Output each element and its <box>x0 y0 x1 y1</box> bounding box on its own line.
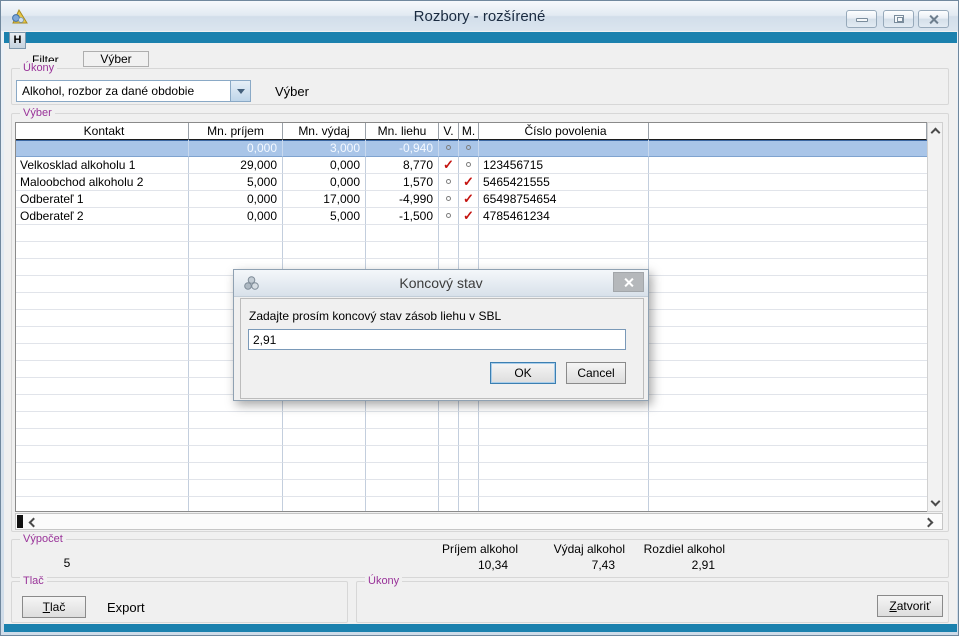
unchecked-icon <box>446 179 451 184</box>
vypocet-group-label: Výpočet <box>20 533 66 545</box>
accent-strip-bottom <box>4 624 957 632</box>
h-shortcut-button[interactable]: H <box>9 32 26 49</box>
row-count: 5 <box>47 556 87 570</box>
table-row[interactable] <box>16 446 927 463</box>
close-button[interactable] <box>918 10 949 28</box>
stat-rozdiel-label: Rozdiel alkohol <box>565 542 725 556</box>
export-link[interactable]: Export <box>107 600 145 615</box>
accent-strip-top <box>4 32 957 43</box>
check-icon <box>443 158 454 172</box>
scroll-down-icon[interactable] <box>931 497 941 507</box>
ukony-bottom-group: Úkony Zatvoriť <box>356 581 949 623</box>
table-row[interactable]: Velkosklad alkoholu 129,0000,0008,770123… <box>16 157 927 174</box>
dialog-prompt: Zadajte prosím koncový stav zásob liehu … <box>249 309 501 323</box>
col-v[interactable]: V. <box>439 123 459 140</box>
maximize-button[interactable] <box>883 10 914 28</box>
check-icon <box>463 192 474 206</box>
scrollbar-thumb[interactable] <box>17 515 23 528</box>
stat-rozdiel-value: 2,91 <box>565 558 725 572</box>
vyber-action-label: Výber <box>275 84 309 99</box>
maximize-icon <box>894 15 904 23</box>
table-row[interactable] <box>16 497 927 512</box>
table-header: Kontakt Mn. príjem Mn. výdaj Mn. liehu V… <box>16 123 927 140</box>
scroll-left-icon[interactable] <box>29 518 39 528</box>
vypocet-group: Výpočet 5 Príjem alkohol 10,34 Výdaj alk… <box>11 539 949 578</box>
print-button[interactable]: Tlač <box>22 596 86 618</box>
table-row[interactable]: Maloobchod alkoholu 25,0000,0001,5705465… <box>16 174 927 191</box>
col-m[interactable]: M. <box>459 123 479 140</box>
col-mn-prijem[interactable]: Mn. príjem <box>189 123 283 140</box>
col-filler <box>649 123 927 140</box>
ukony-group-label: Úkony <box>20 62 57 74</box>
main-window: Rozbory - rozšírené H Filter Výber Úkony… <box>0 0 959 636</box>
horizontal-scrollbar[interactable] <box>15 513 943 530</box>
stat-rozdiel: Rozdiel alkohol 2,91 <box>565 542 725 572</box>
table-row[interactable] <box>16 225 927 242</box>
tab-vyber[interactable]: Výber <box>83 51 149 67</box>
cancel-button[interactable]: Cancel <box>566 362 626 384</box>
task-dropdown[interactable]: Alkohol, rozbor za dané obdobie <box>16 80 251 102</box>
table-row[interactable] <box>16 429 927 446</box>
window-title: Rozbory - rozšírené <box>1 8 958 25</box>
unchecked-icon <box>446 145 451 150</box>
dialog-close-button[interactable] <box>613 272 644 292</box>
koncovy-stav-input[interactable] <box>248 329 626 350</box>
unchecked-icon <box>446 213 451 218</box>
tlac-group-label: Tlač <box>20 575 47 587</box>
table-row[interactable] <box>16 242 927 259</box>
ukony-group: Úkony Alkohol, rozbor za dané obdobie Vý… <box>11 68 949 105</box>
tlac-group: Tlač Tlač Export <box>11 581 348 623</box>
chevron-down-icon[interactable] <box>230 81 250 101</box>
col-mn-vydaj[interactable]: Mn. výdaj <box>283 123 366 140</box>
col-kontakt[interactable]: Kontakt <box>16 123 189 140</box>
check-icon <box>463 209 474 223</box>
table-row[interactable]: Odberateľ 10,00017,000-4,99065498754654 <box>16 191 927 208</box>
check-icon <box>463 175 474 189</box>
task-dropdown-value: Alkohol, rozbor za dané obdobie <box>22 81 228 101</box>
unchecked-icon <box>446 196 451 201</box>
table-row[interactable] <box>16 480 927 497</box>
vertical-scrollbar[interactable] <box>927 122 943 512</box>
unchecked-icon <box>466 162 471 167</box>
dialog-title-bar[interactable]: Koncový stav <box>234 270 648 297</box>
minimize-button[interactable] <box>846 10 877 28</box>
col-cislo-povolenia[interactable]: Číslo povolenia <box>479 123 649 140</box>
dialog-title: Koncový stav <box>234 275 648 291</box>
table-row[interactable]: 0,0003,000-0,940 <box>16 140 927 157</box>
table-row[interactable] <box>16 412 927 429</box>
col-mn-liehu[interactable]: Mn. liehu <box>366 123 439 140</box>
vyber-group-label: Výber <box>20 107 55 119</box>
title-bar[interactable]: Rozbory - rozšírené <box>1 1 958 31</box>
ukony-bottom-label: Úkony <box>365 575 402 587</box>
dialog-body: Zadajte prosím koncový stav zásob liehu … <box>240 298 644 399</box>
ok-button[interactable]: OK <box>490 362 556 384</box>
close-window-button[interactable]: Zatvoriť <box>877 595 943 617</box>
unchecked-icon <box>466 145 471 150</box>
scroll-right-icon[interactable] <box>924 518 934 528</box>
table-row[interactable] <box>16 463 927 480</box>
minimize-icon <box>856 18 868 22</box>
table-row[interactable]: Odberateľ 20,0005,000-1,5004785461234 <box>16 208 927 225</box>
scroll-up-icon[interactable] <box>931 128 941 138</box>
koncovy-stav-dialog: Koncový stav Zadajte prosím koncový stav… <box>233 269 649 401</box>
